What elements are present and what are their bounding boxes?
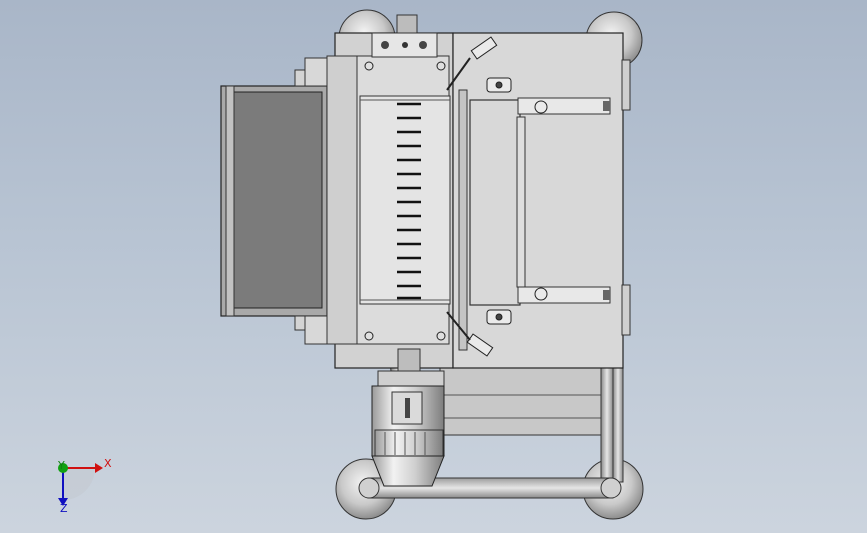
feeder-box xyxy=(220,57,328,345)
axis-x-label: X xyxy=(104,457,112,470)
machine-assembly-drawing[interactable] xyxy=(0,0,867,533)
motor-icon xyxy=(371,348,445,487)
axis-z-label: Z xyxy=(60,502,68,515)
cad-viewport[interactable]: X Y Z xyxy=(0,0,867,533)
main-housing xyxy=(326,14,454,369)
right-panel xyxy=(452,32,631,369)
axis-y-label: Y xyxy=(58,459,65,472)
